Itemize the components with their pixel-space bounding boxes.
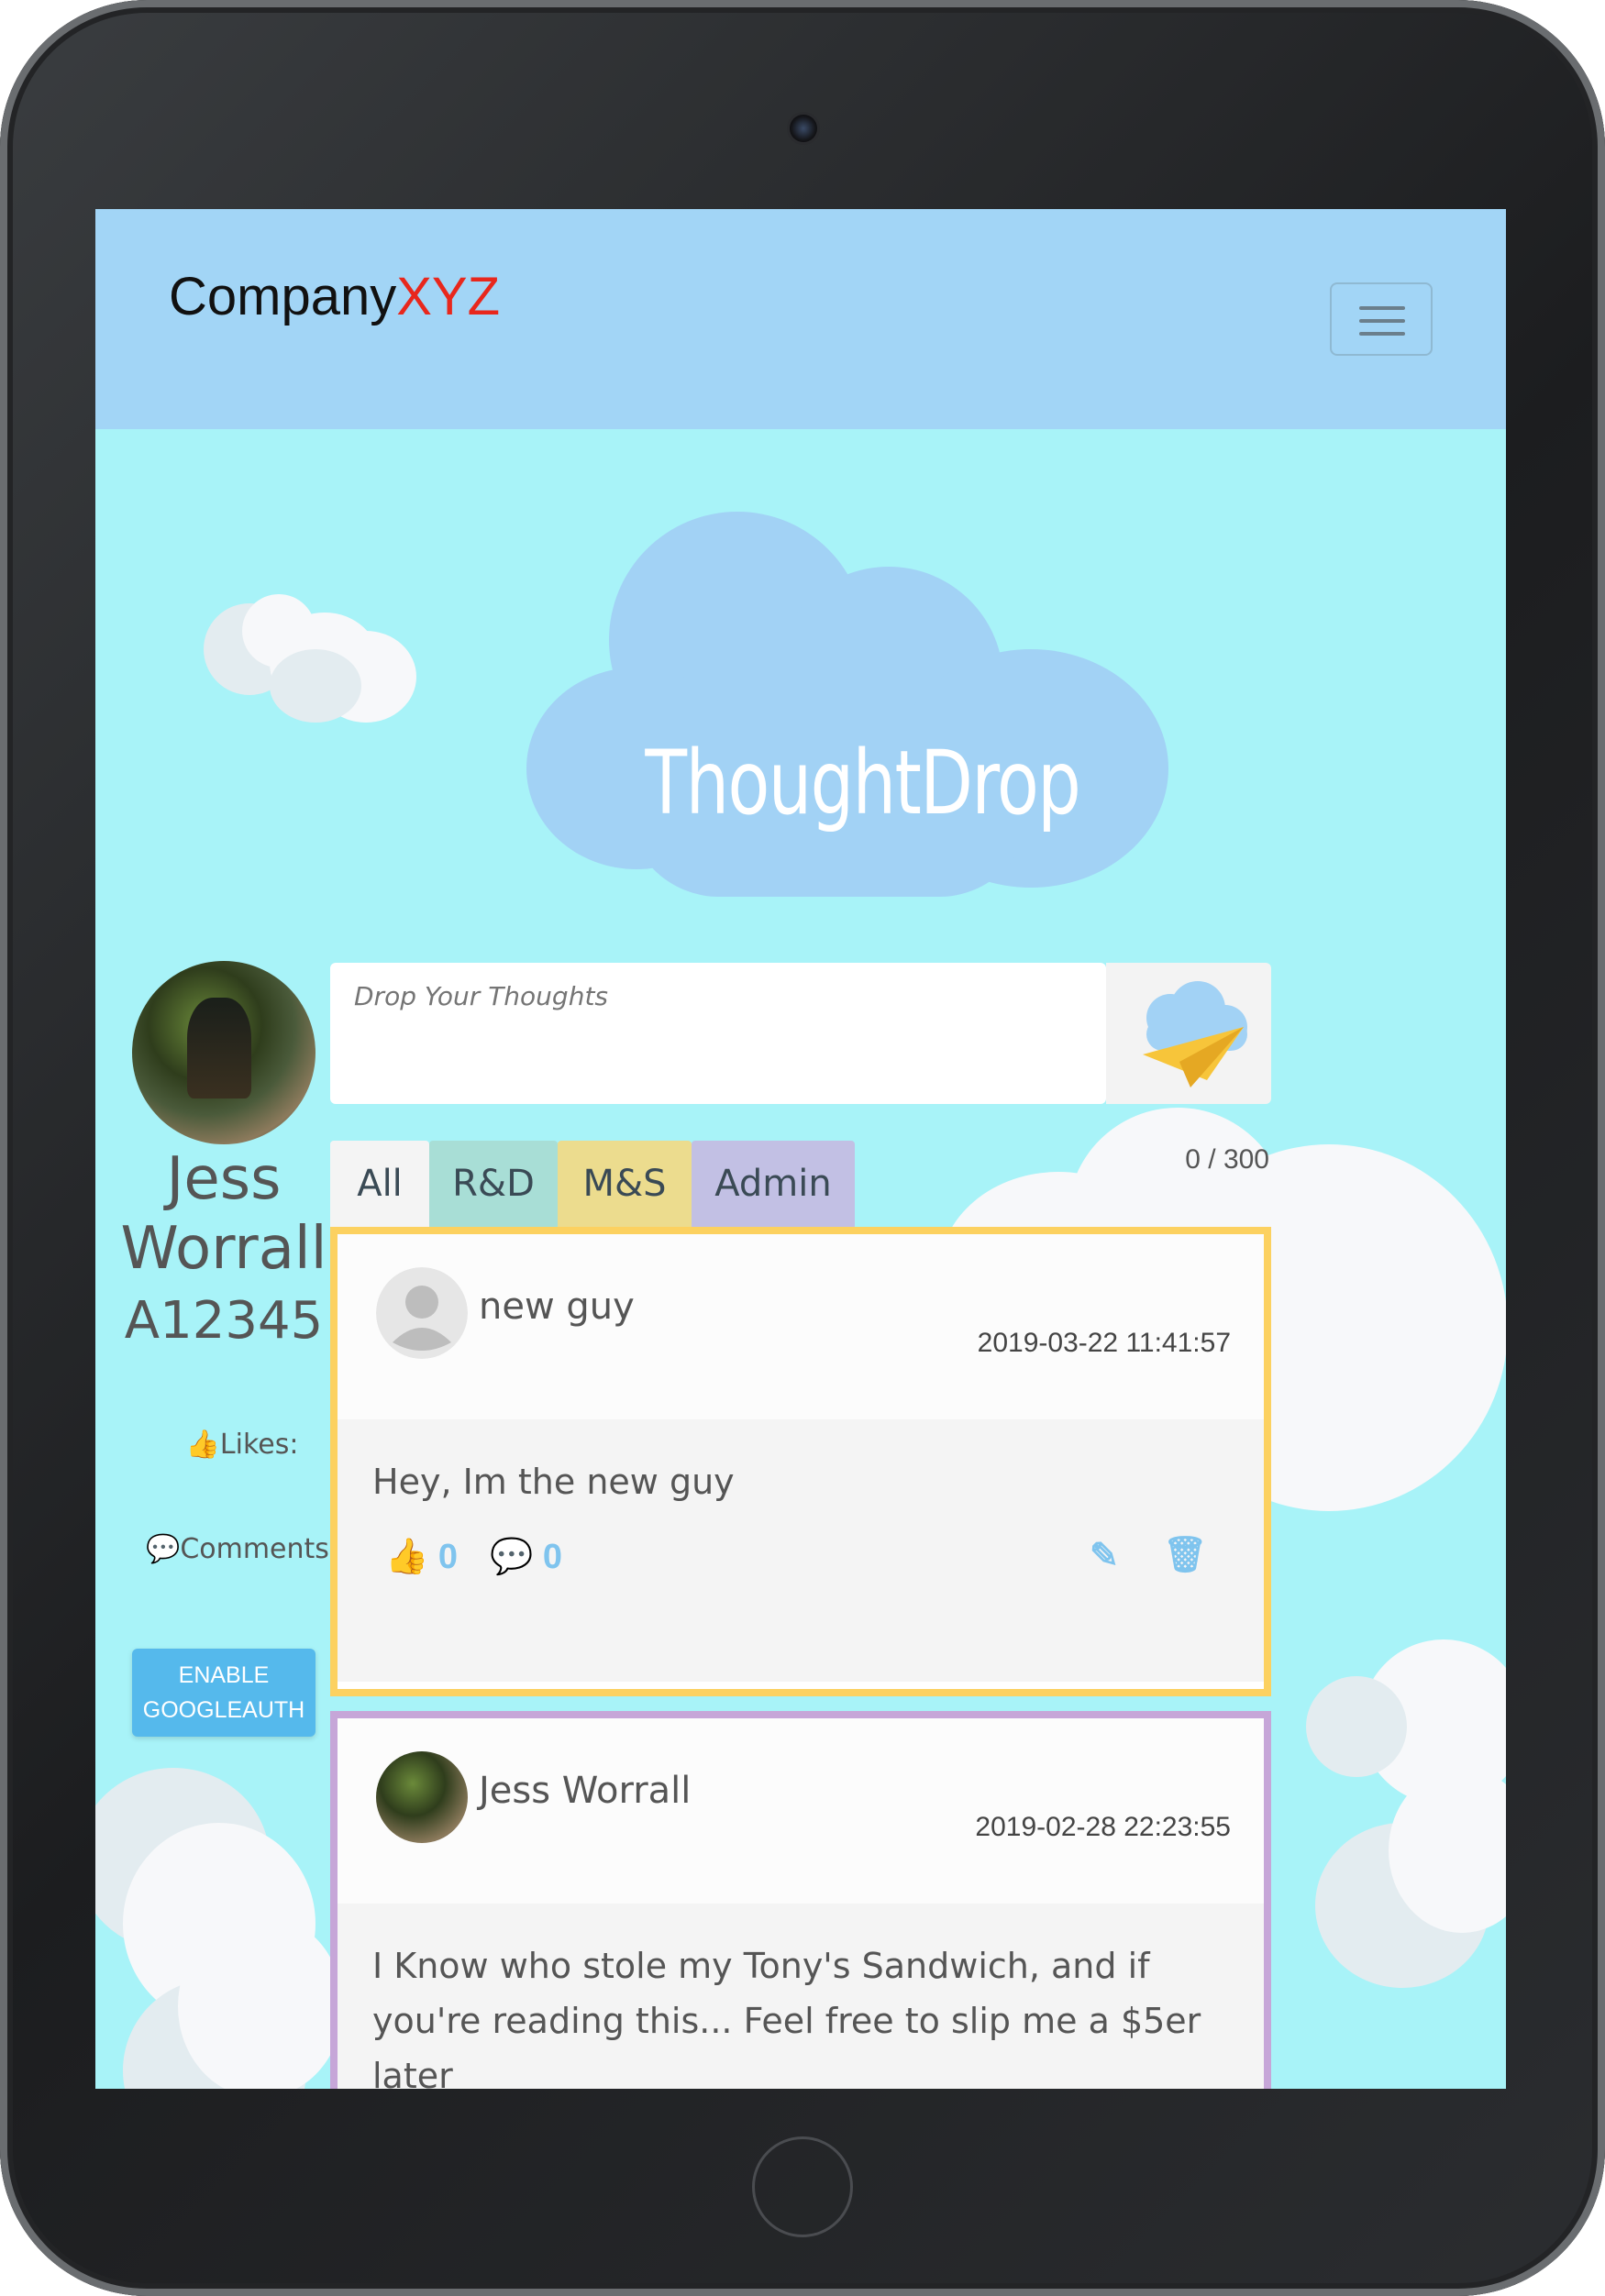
comment-count: 0 [542,1538,563,1576]
enable-googleauth-button[interactable]: ENABLE GOOGLEAUTH [132,1649,315,1737]
hamburger-icon [1359,306,1405,310]
post-text: Hey, Im the new guy [372,1462,735,1502]
post-date: 2019-02-28 22:23:55 [975,1812,1231,1842]
likes-label: Likes: [219,1429,299,1461]
post-card: Jess Worrall 2019-02-28 22:23:55 I Know … [330,1711,1271,2089]
profile-last-name: Worrall [120,1215,327,1283]
speech-bubble-icon: 💬 [490,1538,534,1576]
tab-all[interactable]: All [330,1141,429,1227]
post-body: Hey, Im the new guy 👍 0 💬 0 ✎ 🗑 [338,1419,1264,1682]
profile-avatar[interactable] [132,961,315,1144]
comment-button[interactable]: 💬 0 [490,1537,562,1577]
profile-employee-id: A12345 [124,1291,324,1351]
profile-name: Jess Worrall [114,1144,334,1284]
tab-ms[interactable]: M&S [558,1141,692,1227]
speech-bubble-icon: 💬 [145,1533,181,1565]
comments-stat: 💬Comments: [123,1533,361,1565]
edit-button[interactable]: ✎ [1090,1535,1119,1576]
comments-label: Comments: [180,1533,339,1565]
post-header: new guy 2019-03-22 11:41:57 [338,1234,1264,1427]
thumbs-up-icon: 👍 [385,1538,429,1576]
post-body: I Know who stole my Tony's Sandwich, and… [338,1904,1264,2089]
screen: CompanyXYZ ThoughtDrop Jess Worrall A123… [95,209,1506,2089]
paper-plane-cloud-icon [1143,981,1247,1087]
profile-first-name: Jess [166,1145,282,1213]
camera-icon [790,115,817,142]
thought-input[interactable] [330,963,1106,1104]
character-counter: 0 / 300 [1185,1144,1269,1175]
menu-toggle-button[interactable] [1330,282,1433,356]
thought-composer [330,963,1106,1104]
tablet-frame: CompanyXYZ ThoughtDrop Jess Worrall A123… [0,0,1605,2296]
tab-admin[interactable]: Admin [692,1141,855,1227]
post-date: 2019-03-22 11:41:57 [977,1328,1231,1358]
tab-rnd[interactable]: R&D [429,1141,558,1227]
brand-accent-text: XYZ [396,267,501,326]
thumbs-up-icon: 👍 [185,1429,220,1461]
likes-stat: 👍Likes: [123,1429,361,1461]
like-count: 0 [437,1538,459,1576]
post-header: Jess Worrall 2019-02-28 22:23:55 [338,1718,1264,1911]
like-button[interactable]: 👍 0 [385,1537,458,1577]
logo-text: ThoughtDrop [645,732,1080,834]
delete-button[interactable]: 🗑 [1163,1535,1207,1575]
post-card: new guy 2019-03-22 11:41:57 Hey, Im the … [330,1227,1271,1696]
navbar: CompanyXYZ [95,209,1506,429]
post-author[interactable]: Jess Worrall [479,1770,691,1812]
post-text: I Know who stole my Tony's Sandwich, and… [372,1946,1201,2089]
home-button[interactable] [752,2136,853,2237]
brand-logo[interactable]: CompanyXYZ [169,266,500,327]
brand-main-text: Company [169,267,397,326]
send-thought-button[interactable] [1106,963,1271,1104]
trash-icon: 🗑 [1163,1536,1208,1574]
post-author[interactable]: new guy [479,1286,635,1328]
author-avatar[interactable] [376,1751,468,1843]
edit-icon: ✎ [1090,1537,1119,1575]
default-avatar-icon[interactable] [376,1267,468,1359]
